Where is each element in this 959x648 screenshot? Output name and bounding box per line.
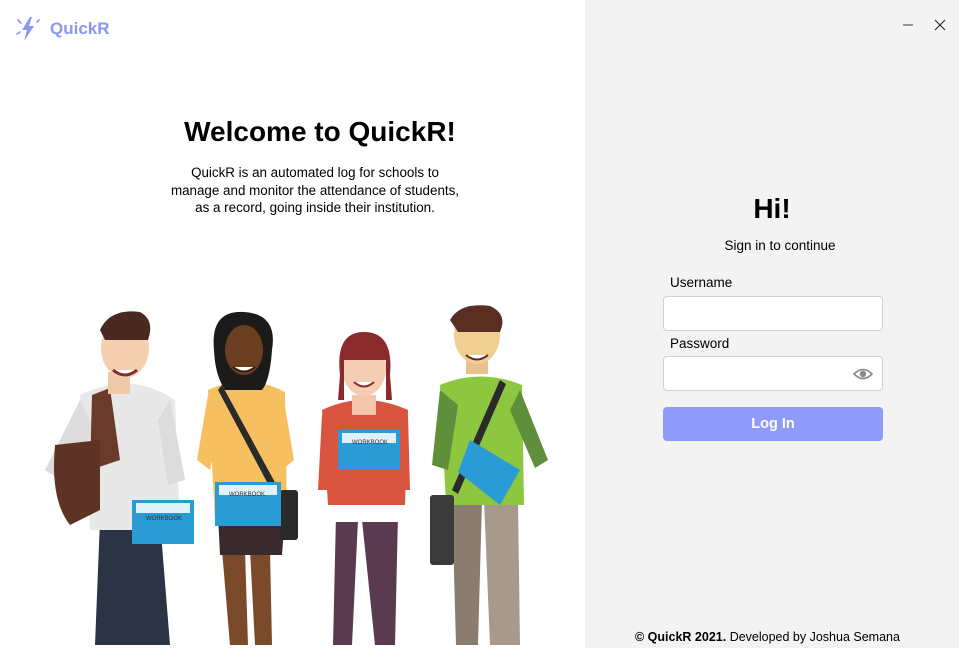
window-controls — [901, 18, 947, 32]
developer-credit: Developed by Joshua Semana — [729, 630, 900, 644]
student-2-figure: WORKBOOK — [197, 311, 298, 645]
login-panel: Hi! Sign in to continue Username Passwor… — [585, 0, 959, 648]
welcome-description: QuickR is an automated log for schools t… — [150, 164, 480, 217]
close-icon — [934, 19, 946, 31]
book-label: WORKBOOK — [352, 440, 388, 446]
students-illustration: WORKBOOK WORKBOOK WORKBOOK — [45, 305, 548, 645]
greeting: Hi! — [753, 193, 791, 224]
password-input[interactable] — [663, 356, 883, 391]
footer: © QuickR 2021. Developed by Joshua Seman… — [635, 630, 900, 644]
close-button[interactable] — [933, 18, 947, 32]
eye-icon[interactable] — [853, 366, 873, 382]
welcome-line: as a record, going inside their institut… — [195, 200, 435, 215]
lightning-logo-icon — [16, 17, 40, 41]
username-input[interactable] — [663, 296, 883, 331]
login-subtitle: Sign in to continue — [724, 238, 836, 253]
minimize-button[interactable] — [901, 18, 915, 32]
copyright-text: © QuickR 2021. — [635, 630, 727, 644]
student-4-figure — [430, 305, 548, 645]
password-label: Password — [670, 336, 730, 351]
minimize-icon — [903, 24, 913, 26]
username-label: Username — [670, 275, 733, 290]
student-1-figure: WORKBOOK — [45, 311, 194, 645]
app-name: QuickR — [50, 19, 110, 38]
brand: QuickR — [16, 16, 110, 42]
welcome-line: QuickR is an automated log for schools t… — [191, 165, 439, 180]
login-button[interactable]: Log In — [663, 407, 883, 441]
welcome-line: manage and monitor the attendance of stu… — [170, 182, 460, 198]
student-3-figure: WORKBOOK — [318, 332, 410, 645]
book-label: WORKBOOK — [146, 516, 182, 522]
book-label: WORKBOOK — [229, 492, 265, 498]
welcome-title: Welcome to QuickR! — [184, 116, 456, 147]
welcome-panel: QuickR Welcome to QuickR! QuickR is an a… — [0, 0, 585, 648]
